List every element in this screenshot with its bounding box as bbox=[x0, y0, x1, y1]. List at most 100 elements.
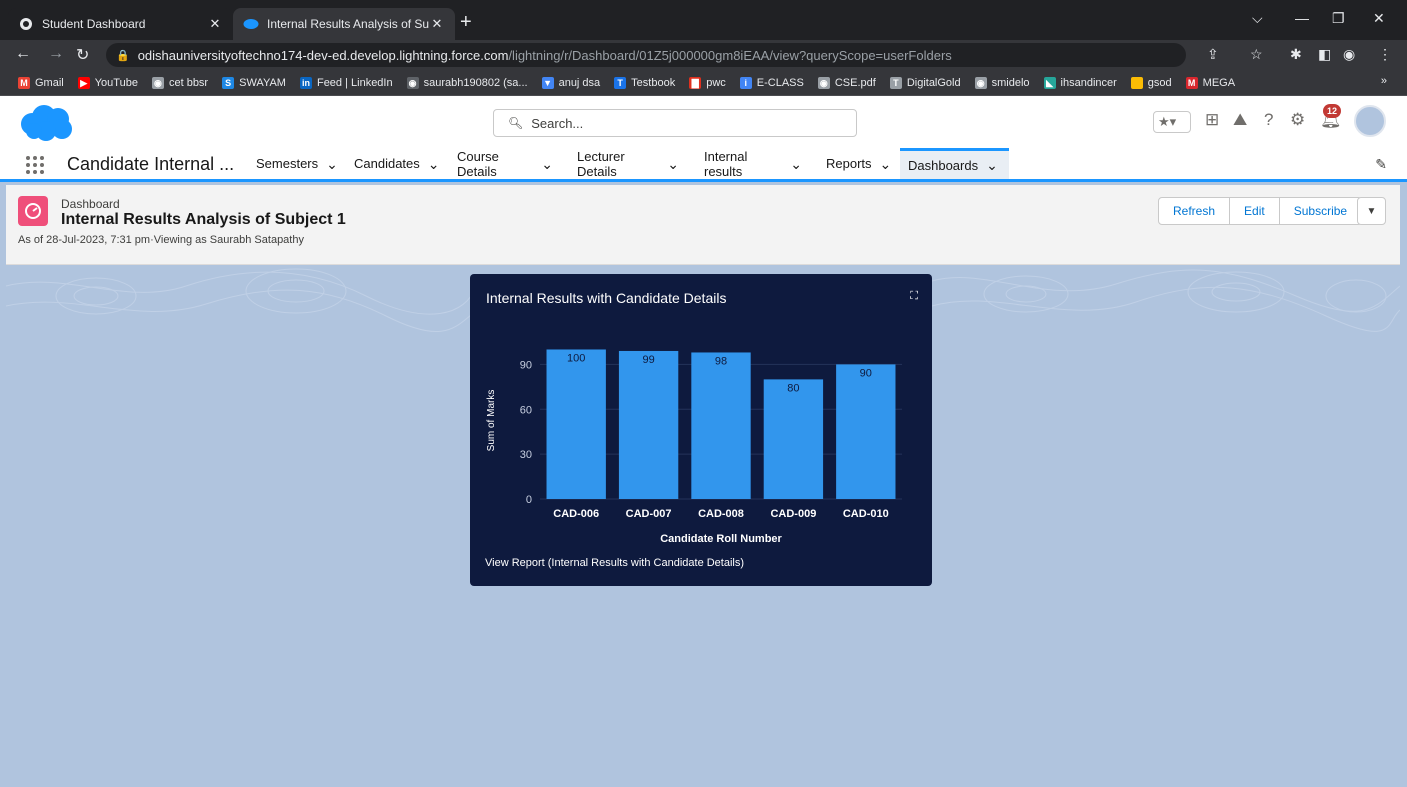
y-tick-label: 30 bbox=[520, 449, 532, 461]
y-axis-label: Sum of Marks bbox=[486, 390, 497, 452]
notification-count-badge: 12 bbox=[1323, 104, 1341, 118]
subscribe-button[interactable]: Subscribe bbox=[1278, 197, 1363, 225]
bookmark-item[interactable]: in Feed | LinkedIn bbox=[299, 76, 393, 89]
bookmark-favicon-icon: M bbox=[1185, 76, 1198, 89]
global-actions-plus-icon[interactable]: ⊞ bbox=[1205, 110, 1219, 130]
bar[interactable] bbox=[618, 350, 679, 499]
bookmark-label: YouTube bbox=[94, 76, 138, 89]
chevron-down-icon[interactable]: ⌄ bbox=[541, 157, 553, 171]
nav-item-dashboards[interactable]: Dashboards ⌄ bbox=[900, 148, 1009, 179]
x-tick-label: CAD-008 bbox=[698, 508, 744, 520]
nav-item-course-details[interactable]: Course Details ⌄ bbox=[449, 148, 561, 179]
restore-button[interactable]: ❐ bbox=[1332, 10, 1345, 27]
close-window-button[interactable]: ✕ bbox=[1373, 10, 1385, 27]
edit-button[interactable]: Edit bbox=[1229, 197, 1280, 225]
bookmark-favicon-icon bbox=[1130, 76, 1143, 89]
bookmark-item[interactable]: i E-CLASS bbox=[739, 76, 804, 89]
bookmark-item[interactable]: ▼ anuj dsa bbox=[541, 76, 601, 89]
browser-toolbar: ← → ↻ 🔒 odishauniversityoftechno174-dev-… bbox=[0, 40, 1407, 70]
bar[interactable] bbox=[763, 379, 824, 499]
chart-card: 0 30 60 90 100 CAD-006 99 CAD-007 98 CAD-008 80 CAD… bbox=[470, 274, 932, 586]
browser-tab-strip: Student Dashboard ✕ Internal Results Ana… bbox=[0, 0, 1407, 40]
close-tab-icon[interactable]: ✕ bbox=[207, 16, 223, 32]
bookmark-favicon-icon: ▶ bbox=[77, 76, 90, 89]
bookmark-label: smidelo bbox=[991, 76, 1030, 89]
trailhead-icon[interactable]: ⛰ bbox=[1233, 110, 1247, 130]
bookmark-favicon-icon: ▼ bbox=[541, 76, 554, 89]
chevron-down-icon[interactable]: ⌄ bbox=[667, 157, 679, 171]
view-report-link[interactable]: View Report (Internal Results with Candi… bbox=[485, 557, 744, 569]
bookmark-item[interactable]: ◉ saurabh190802 (sa... bbox=[406, 76, 528, 89]
setup-gear-icon[interactable]: ⚙ bbox=[1290, 110, 1305, 130]
bookmark-favicon-icon: T bbox=[614, 76, 627, 89]
extensions-icon[interactable]: ✱ bbox=[1290, 46, 1302, 63]
bookmark-favicon-icon: ◉ bbox=[151, 76, 164, 89]
nav-item-semesters[interactable]: Semesters ⌄ bbox=[248, 148, 338, 179]
bookmark-item[interactable]: ◉ CSE.pdf bbox=[817, 76, 876, 89]
bookmark-item[interactable]: M MEGA bbox=[1185, 76, 1235, 89]
bookmark-label: cet bbsr bbox=[168, 76, 209, 89]
app-name: Candidate Internal ... bbox=[67, 154, 235, 174]
nav-item-reports[interactable]: Reports ⌄ bbox=[818, 148, 896, 179]
salesforce-logo[interactable] bbox=[18, 104, 74, 142]
expand-icon[interactable]: ⛶ bbox=[910, 290, 918, 303]
forward-icon[interactable]: → bbox=[48, 45, 64, 63]
side-panel-icon[interactable]: ◧ bbox=[1318, 46, 1331, 63]
refresh-button[interactable]: Refresh bbox=[1158, 197, 1231, 225]
data-label: 90 bbox=[860, 367, 872, 379]
new-tab-button[interactable]: + bbox=[460, 12, 472, 32]
bookmark-item[interactable]: T DigitalGold bbox=[889, 76, 961, 89]
x-tick-label: CAD-006 bbox=[553, 508, 599, 520]
bookmarks-overflow-button[interactable]: » bbox=[1381, 75, 1387, 87]
bookmark-item[interactable]: T Testbook bbox=[614, 76, 675, 89]
lock-icon: 🔒 bbox=[116, 49, 130, 62]
tab-internal-results[interactable]: Internal Results Analysis of Subje ✕ bbox=[233, 8, 455, 40]
bookmark-item[interactable]: gsod bbox=[1130, 76, 1172, 89]
edit-nav-pencil-icon[interactable]: ✎ bbox=[1375, 156, 1387, 173]
bookmark-item[interactable]: ▇ pwc bbox=[689, 76, 726, 89]
more-actions-dropdown-button[interactable]: ▼ bbox=[1357, 197, 1386, 225]
close-tab-icon[interactable]: ✕ bbox=[429, 16, 445, 32]
help-icon[interactable]: ? bbox=[1264, 110, 1273, 130]
chevron-down-icon[interactable]: ⌄ bbox=[790, 157, 802, 171]
nav-item-lecturer-details[interactable]: Lecturer Details ⌄ bbox=[569, 148, 687, 179]
user-avatar[interactable] bbox=[1354, 105, 1386, 137]
share-icon[interactable]: ⇪ bbox=[1207, 46, 1219, 63]
nav-item-label: Reports bbox=[826, 156, 872, 171]
bookmark-item[interactable]: ◣ ihsandincer bbox=[1043, 76, 1117, 89]
chevron-down-icon[interactable]: ⌄ bbox=[986, 158, 998, 172]
bookmark-favicon-icon: in bbox=[299, 76, 312, 89]
bookmark-item[interactable]: M Gmail bbox=[18, 76, 64, 89]
bookmark-label: SWAYAM bbox=[239, 76, 286, 89]
chevron-down-icon[interactable]: ⌄ bbox=[428, 157, 440, 171]
address-bar[interactable]: 🔒 odishauniversityoftechno174-dev-ed.dev… bbox=[106, 43, 1186, 67]
tab-student-dashboard[interactable]: Student Dashboard ✕ bbox=[8, 8, 233, 40]
bar[interactable] bbox=[836, 364, 896, 499]
reload-icon[interactable]: ↻ bbox=[76, 45, 89, 65]
bookmark-star-icon[interactable]: ☆ bbox=[1250, 46, 1263, 63]
minimize-button[interactable]: — bbox=[1295, 10, 1309, 26]
global-search-input[interactable]: 🔍︎ Search... bbox=[493, 109, 857, 137]
page-title: Internal Results Analysis of Subject 1 bbox=[61, 211, 346, 228]
favorites-star-icon[interactable]: ★▾ bbox=[1153, 111, 1191, 133]
bar-chart[interactable]: 0 30 60 90 100 CAD-006 99 CAD-007 98 CAD-008 80 CAD… bbox=[470, 274, 932, 586]
bookmark-item[interactable]: ◉ cet bbsr bbox=[151, 76, 209, 89]
bar[interactable] bbox=[691, 352, 751, 499]
bookmark-label: anuj dsa bbox=[558, 76, 601, 89]
bookmark-item[interactable]: ◉ smidelo bbox=[974, 76, 1030, 89]
app-launcher-waffle-icon[interactable] bbox=[24, 154, 46, 176]
nav-item-candidates[interactable]: Candidates ⌄ bbox=[346, 148, 440, 179]
chevron-down-icon[interactable]: ⌄ bbox=[880, 157, 892, 171]
bookmark-item[interactable]: S SWAYAM bbox=[222, 76, 286, 89]
bar[interactable] bbox=[546, 349, 606, 499]
bookmark-item[interactable]: ▶ YouTube bbox=[77, 76, 138, 89]
tab-search-icon[interactable]: ⌵ bbox=[1252, 10, 1263, 27]
bookmark-favicon-icon: T bbox=[889, 76, 902, 89]
chart-card-title: Internal Results with Candidate Details bbox=[486, 290, 727, 306]
menu-kebab-icon[interactable]: ⋮ bbox=[1378, 46, 1392, 63]
nav-item-label: Internal results bbox=[704, 148, 748, 179]
nav-item-internal-results[interactable]: Internal results ⌄ bbox=[696, 148, 810, 179]
chevron-down-icon[interactable]: ⌄ bbox=[326, 157, 338, 171]
back-icon[interactable]: ← bbox=[15, 45, 31, 63]
profile-icon[interactable]: ◉ bbox=[1343, 46, 1355, 63]
